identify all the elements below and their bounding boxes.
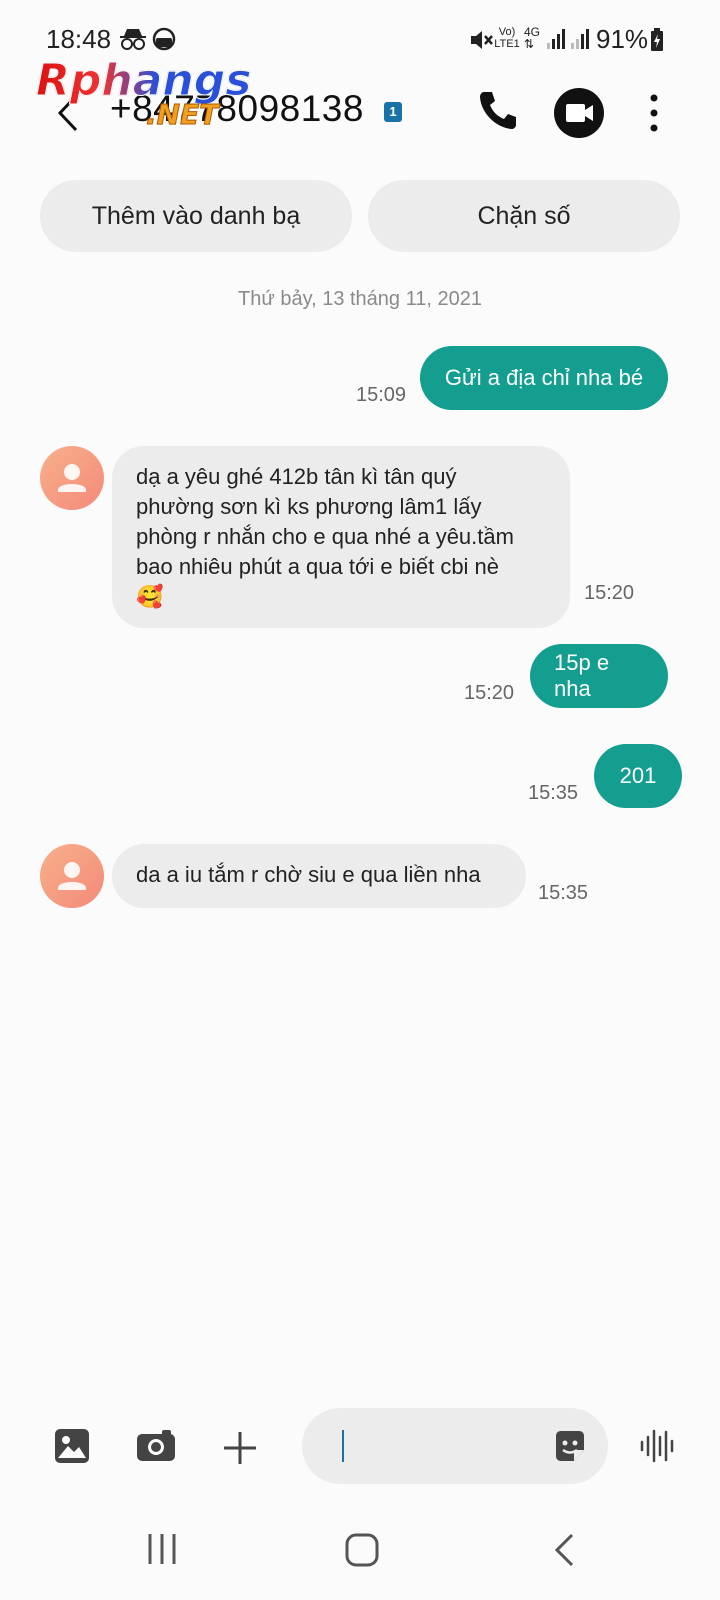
- add-to-contacts-button[interactable]: Thêm vào danh bạ: [40, 180, 352, 252]
- incognito-icon: [118, 26, 148, 57]
- message-line: phường sơn kì ks phương lâm1 lấy: [136, 494, 482, 519]
- contact-avatar[interactable]: [40, 844, 104, 908]
- person-icon: [58, 464, 86, 492]
- outgoing-message-bubble[interactable]: 15p e nha: [530, 644, 668, 708]
- more-vertical-icon: [650, 94, 658, 132]
- back-nav-button[interactable]: [552, 1532, 576, 1573]
- home-button[interactable]: [344, 1532, 380, 1573]
- mute-icon: [468, 28, 494, 57]
- status-time: 18:48: [46, 24, 112, 54]
- message-line: dạ a yêu ghé 412b tân kì tân quý: [136, 464, 457, 489]
- person-icon: [58, 862, 86, 890]
- watermark-suffix: .NET: [145, 98, 219, 132]
- phone-icon: [480, 92, 516, 129]
- battery-percent: 91%: [596, 24, 649, 54]
- more-options-button[interactable]: [646, 92, 662, 134]
- outgoing-message-bubble[interactable]: 201: [594, 744, 682, 808]
- message-line: phòng r nhắn cho e qua nhé a yêu.tầm: [136, 524, 514, 549]
- attach-button[interactable]: [222, 1430, 258, 1471]
- date-separator: Thứ bảy, 13 tháng 11, 2021: [238, 288, 482, 310]
- message-timestamp: 15:20: [464, 682, 515, 704]
- camera-icon: [137, 1430, 175, 1461]
- outgoing-message-bubble[interactable]: Gửi a địa chỉ nha bé: [420, 346, 668, 410]
- message-timestamp: 15:09: [356, 384, 407, 406]
- text-cursor: [342, 1430, 344, 1462]
- home-icon: [345, 1533, 379, 1567]
- battery-charging-icon: [650, 28, 664, 57]
- recent-apps-button[interactable]: [146, 1532, 178, 1571]
- do-not-disturb-icon: [152, 27, 176, 56]
- 4g-icon: 4G ⇅: [524, 25, 541, 51]
- incoming-message-bubble[interactable]: dạ a yêu ghé 412b tân kì tân quý phường …: [112, 446, 570, 628]
- watermark-logo: Rphangs .NET: [36, 57, 256, 138]
- contact-avatar[interactable]: [40, 446, 104, 510]
- incoming-message-bubble[interactable]: da a iu tắm r chờ siu e qua liền nha: [112, 844, 526, 908]
- message-timestamp: 15:35: [538, 882, 589, 904]
- gallery-button[interactable]: [54, 1428, 90, 1469]
- block-number-button[interactable]: Chặn số: [368, 180, 680, 252]
- recent-apps-icon: [148, 1534, 176, 1564]
- sim-badge: 1: [384, 102, 402, 122]
- signal-icon: [546, 28, 566, 55]
- message-timestamp: 15:20: [584, 582, 635, 604]
- smiling-face-with-hearts-emoji: 🥰: [136, 584, 164, 609]
- message-timestamp: 15:35: [528, 782, 579, 804]
- video-camera-icon: [566, 104, 593, 122]
- back-nav-icon: [554, 1533, 574, 1567]
- gallery-icon: [55, 1429, 89, 1463]
- plus-icon: [224, 1432, 256, 1464]
- camera-button[interactable]: [136, 1430, 176, 1467]
- volte-icon: Vo) LTE1: [494, 26, 520, 50]
- video-call-button[interactable]: [554, 88, 604, 138]
- signal-icon-2: [570, 28, 590, 55]
- voice-icon: [640, 1429, 674, 1463]
- message-line: bao nhiêu phút a qua tới e biết cbi nè: [136, 554, 500, 579]
- voice-record-button[interactable]: [638, 1426, 678, 1471]
- sticker-button[interactable]: [552, 1428, 588, 1469]
- sticker-icon: [556, 1431, 584, 1461]
- call-button[interactable]: [476, 88, 520, 132]
